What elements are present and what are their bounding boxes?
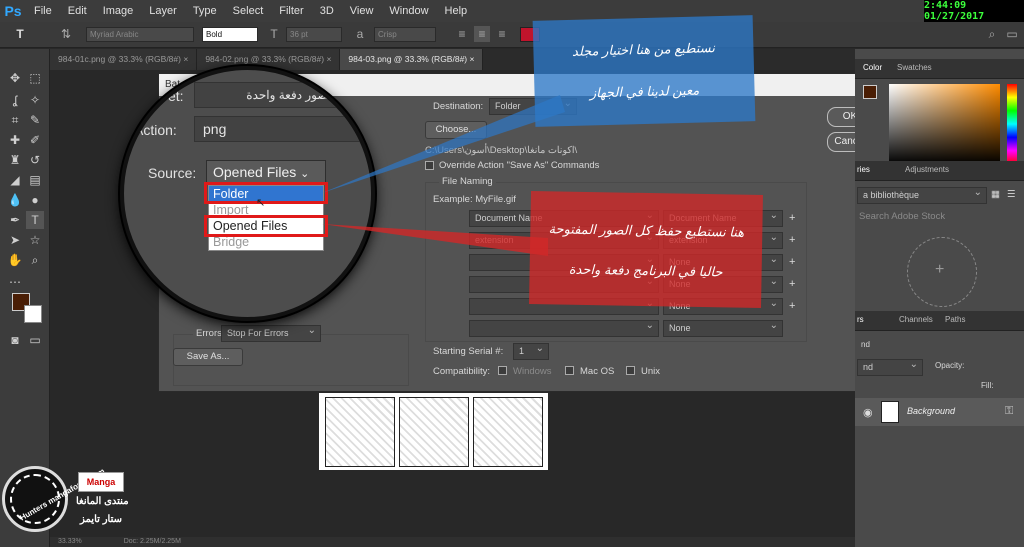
- watermark-line2: ستار تايمز: [80, 514, 122, 525]
- callout-folder-tip: نستطيع من هنا اختيار مجلد معين لدينا في …: [532, 15, 756, 127]
- callout-opened-files-tip: هنا نستطيع حفظ كل الصور المفتوحة حاليا ف…: [529, 190, 763, 309]
- status-bar: 33.33% Doc: 2.25M/2.25M: [50, 537, 855, 547]
- red-pointer: [322, 224, 548, 256]
- callout-pointers: [322, 95, 565, 256]
- callout-red-line2: حاليا في البرنامج دفعة واحدة: [568, 261, 723, 280]
- watermark-line1: منتدى المانغا: [76, 496, 129, 507]
- blue-pointer: [322, 95, 565, 193]
- manga-forum-logo: Manga: [78, 472, 124, 492]
- callout-blue-line2: معين لدينا في الجهاز: [589, 82, 700, 101]
- zoom-level: 33.33%: [58, 538, 82, 545]
- callout-red-line1: هنا نستطيع حفظ كل الصور المفتوحة: [548, 221, 745, 240]
- doc-size: Doc: 2.25M/2.25M: [123, 538, 181, 545]
- callout-blue-line1: نستطيع من هنا اختيار مجلد: [571, 40, 716, 59]
